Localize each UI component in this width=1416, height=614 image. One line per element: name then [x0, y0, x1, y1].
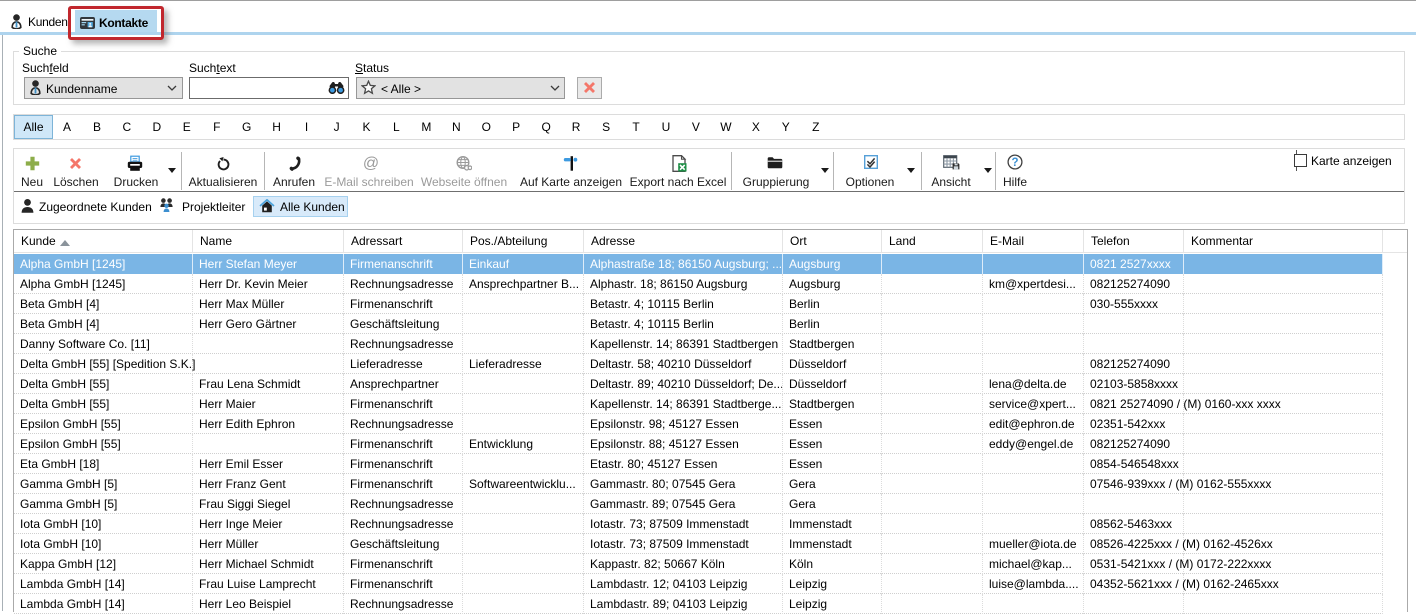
- svg-text:?: ?: [1011, 157, 1018, 169]
